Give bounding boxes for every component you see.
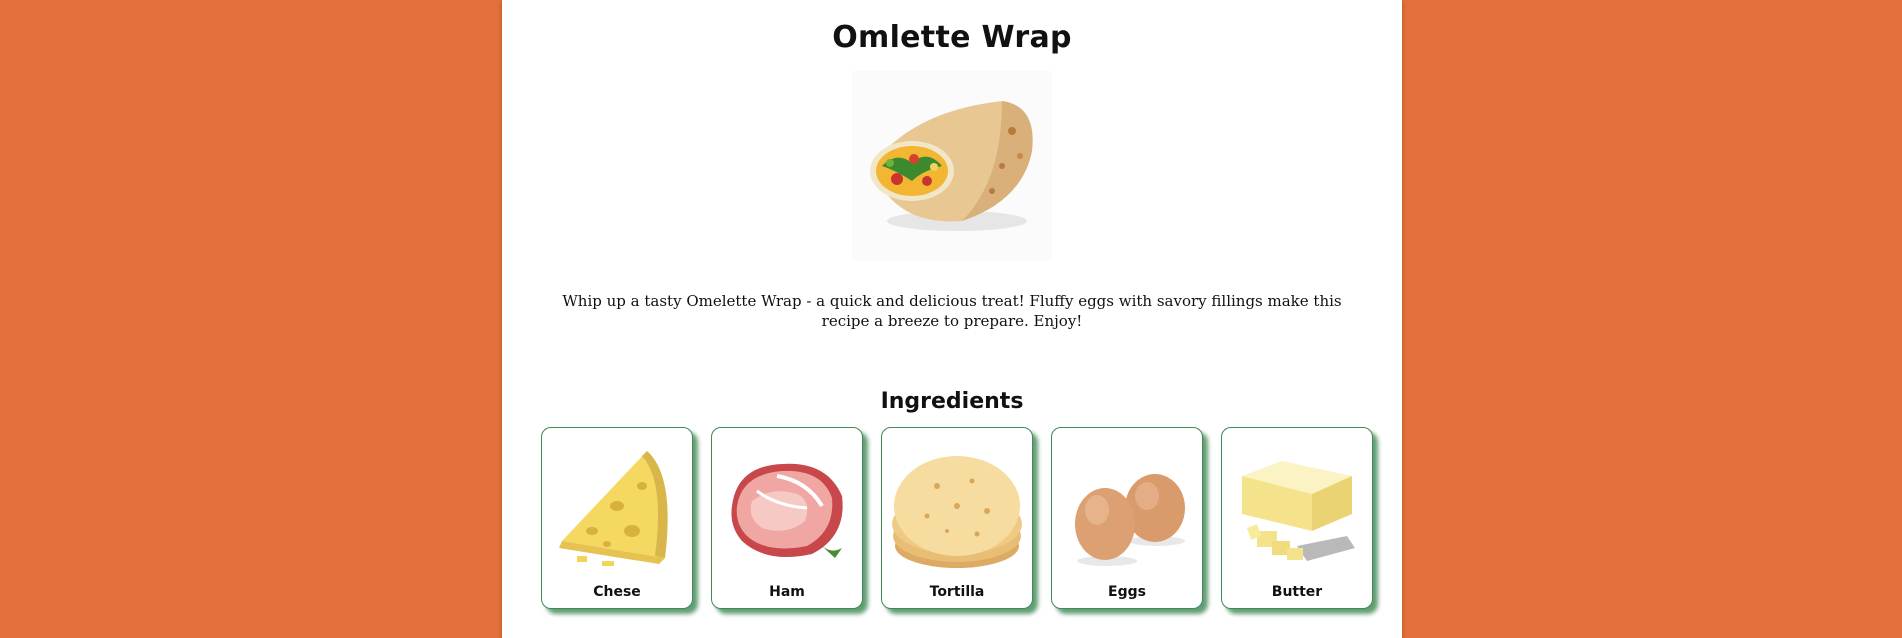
butter-icon bbox=[1242, 461, 1355, 561]
ingredient-label: Butter bbox=[1271, 584, 1323, 600]
ingredients-heading: Ingredients bbox=[880, 389, 1024, 414]
ingredient-card-cheese[interactable]: Chese bbox=[541, 427, 693, 609]
cheese-icon bbox=[559, 451, 668, 566]
eggs-icon bbox=[1075, 474, 1185, 566]
ingredient-card-eggs[interactable]: Eggs bbox=[1051, 427, 1203, 609]
ingredient-label: Ham bbox=[769, 584, 805, 600]
ingredient-label: Chese bbox=[593, 584, 641, 600]
ingredient-card-butter[interactable]: Butter bbox=[1221, 427, 1373, 609]
ingredient-card-ham[interactable]: Ham bbox=[711, 427, 863, 609]
ingredients-list: Chese Ham Tortilla Eggs Butter bbox=[541, 427, 1373, 609]
ingredient-label: Eggs bbox=[1108, 584, 1146, 600]
recipe-page: Omlette Wrap Whip up a tasty Omelette Wr… bbox=[502, 0, 1402, 638]
tortilla-icon bbox=[892, 456, 1022, 568]
ham-icon bbox=[731, 463, 843, 558]
omelette-wrap-image bbox=[852, 71, 1052, 261]
recipe-title: Omlette Wrap bbox=[832, 20, 1072, 55]
recipe-description: Whip up a tasty Omelette Wrap - a quick … bbox=[562, 292, 1342, 330]
ingredient-card-tortilla[interactable]: Tortilla bbox=[881, 427, 1033, 609]
ingredient-label: Tortilla bbox=[929, 584, 985, 600]
